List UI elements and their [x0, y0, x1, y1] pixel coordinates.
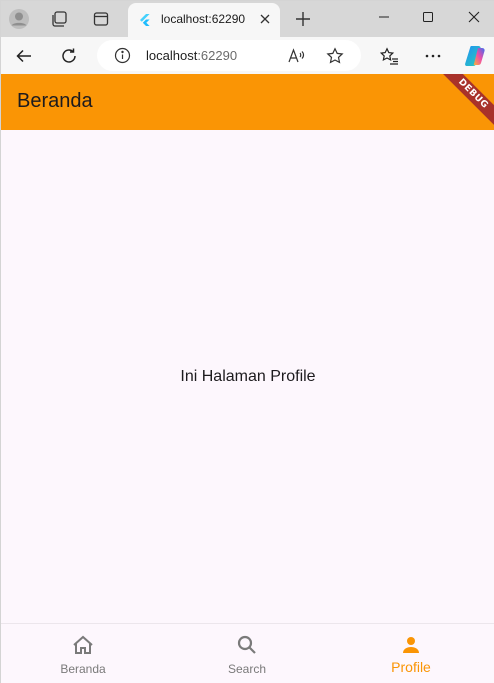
tab-strip: localhost:62290: [1, 1, 494, 37]
debug-banner: DEBUG: [434, 74, 494, 130]
minimize-icon[interactable]: [370, 5, 398, 29]
nav-label-beranda: Beranda: [60, 662, 106, 676]
close-tab-icon[interactable]: [258, 12, 272, 26]
body-text: Ini Halaman Profile: [180, 368, 316, 385]
app-bar: Beranda DEBUG: [1, 74, 494, 130]
flutter-favicon-icon: [138, 13, 152, 27]
workspaces-icon[interactable]: [46, 6, 72, 32]
site-info-icon[interactable]: [114, 47, 131, 64]
favorites-icon[interactable]: [376, 43, 402, 69]
browser-toolbar: localhost:62290: [1, 37, 494, 74]
url-host: localhost: [146, 48, 198, 63]
url-text: localhost:62290: [146, 48, 237, 63]
bottom-navigation-bar: Beranda Search Profile: [1, 623, 494, 683]
page-title: Beranda: [17, 90, 93, 112]
back-icon[interactable]: [11, 43, 37, 69]
favorite-star-icon[interactable]: [326, 47, 344, 65]
vertical-tabs-icon[interactable]: [88, 6, 114, 32]
refresh-icon[interactable]: [56, 43, 82, 69]
tab-localhost[interactable]: localhost:62290: [128, 3, 280, 37]
tab-title: localhost:62290: [161, 12, 246, 26]
close-window-icon[interactable]: [460, 5, 488, 29]
page-body: Ini Halaman Profile: [1, 130, 494, 623]
person-icon: [399, 633, 423, 657]
search-icon: [235, 633, 259, 657]
browser-window: localhost:62290 localhost:62290 Beranda …: [0, 0, 494, 683]
nav-item-profile[interactable]: Profile: [329, 624, 493, 683]
nav-label-search: Search: [227, 662, 267, 676]
address-bar[interactable]: localhost:62290: [97, 40, 361, 71]
more-menu-icon[interactable]: [420, 43, 446, 69]
home-icon: [71, 633, 95, 657]
read-aloud-icon[interactable]: [287, 47, 305, 65]
maximize-icon[interactable]: [414, 5, 442, 29]
copilot-icon[interactable]: [462, 43, 488, 69]
nav-item-search[interactable]: Search: [165, 624, 329, 683]
nav-label-profile: Profile: [391, 659, 431, 675]
url-port: :62290: [197, 48, 238, 63]
profile-icon[interactable]: [6, 6, 32, 32]
new-tab-button[interactable]: [291, 7, 315, 31]
nav-item-beranda[interactable]: Beranda: [1, 624, 165, 683]
